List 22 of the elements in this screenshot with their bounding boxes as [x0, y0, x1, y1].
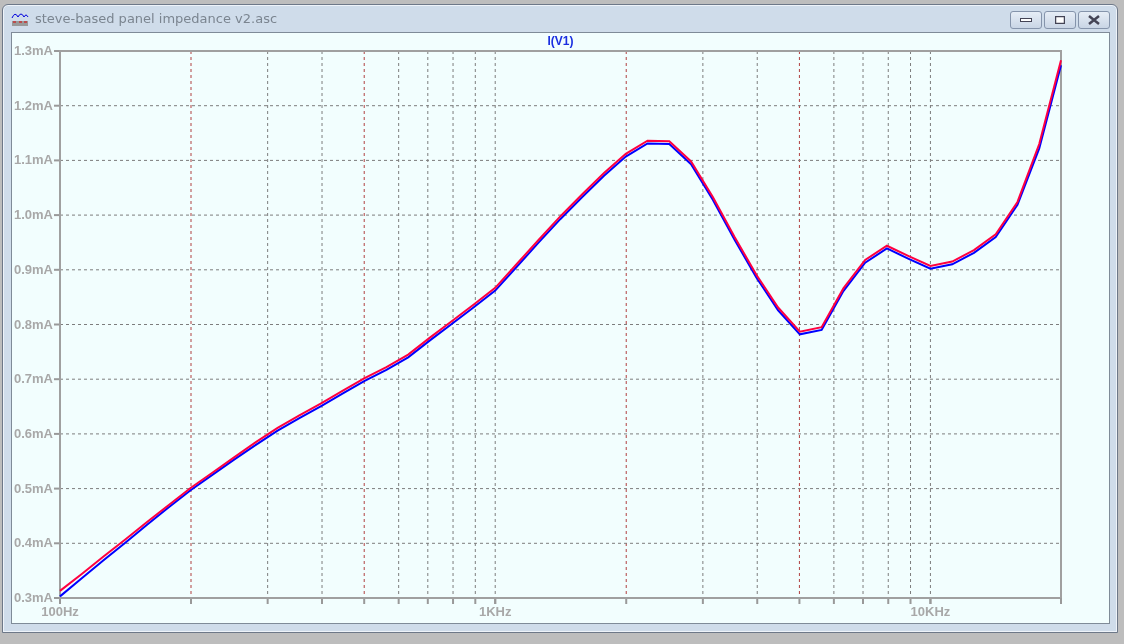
x-axis-label: 1KHz — [478, 604, 512, 619]
minimize-icon — [1020, 17, 1032, 23]
maximize-icon — [1055, 16, 1065, 24]
y-axis-label: 0.7mA — [13, 371, 53, 387]
y-axis-label: 0.6mA — [13, 425, 53, 441]
y-axis-label: 1.3mA — [13, 43, 53, 58]
y-axis-label: 1.1mA — [13, 152, 53, 168]
y-axis-label: 0.4mA — [13, 535, 53, 551]
y-axis-label: 1.0mA — [13, 207, 53, 223]
y-axis-label: 0.5mA — [13, 480, 53, 496]
minimize-button[interactable] — [1010, 11, 1042, 29]
x-axis-label: 100Hz — [41, 604, 79, 619]
y-axis-label: 1.2mA — [13, 97, 53, 113]
y-axis-label: 0.8mA — [13, 316, 53, 332]
y-axis-label: 0.9mA — [13, 261, 53, 277]
close-icon — [1088, 15, 1100, 25]
x-axis-label: 10KHz — [910, 604, 951, 619]
window-title: steve-based panel impedance v2.asc — [35, 11, 278, 26]
chart-title: I(V1) — [547, 34, 574, 48]
maximize-button[interactable] — [1044, 11, 1076, 29]
y-axis-label: 0.3mA — [13, 590, 53, 605]
close-button[interactable] — [1078, 11, 1110, 29]
